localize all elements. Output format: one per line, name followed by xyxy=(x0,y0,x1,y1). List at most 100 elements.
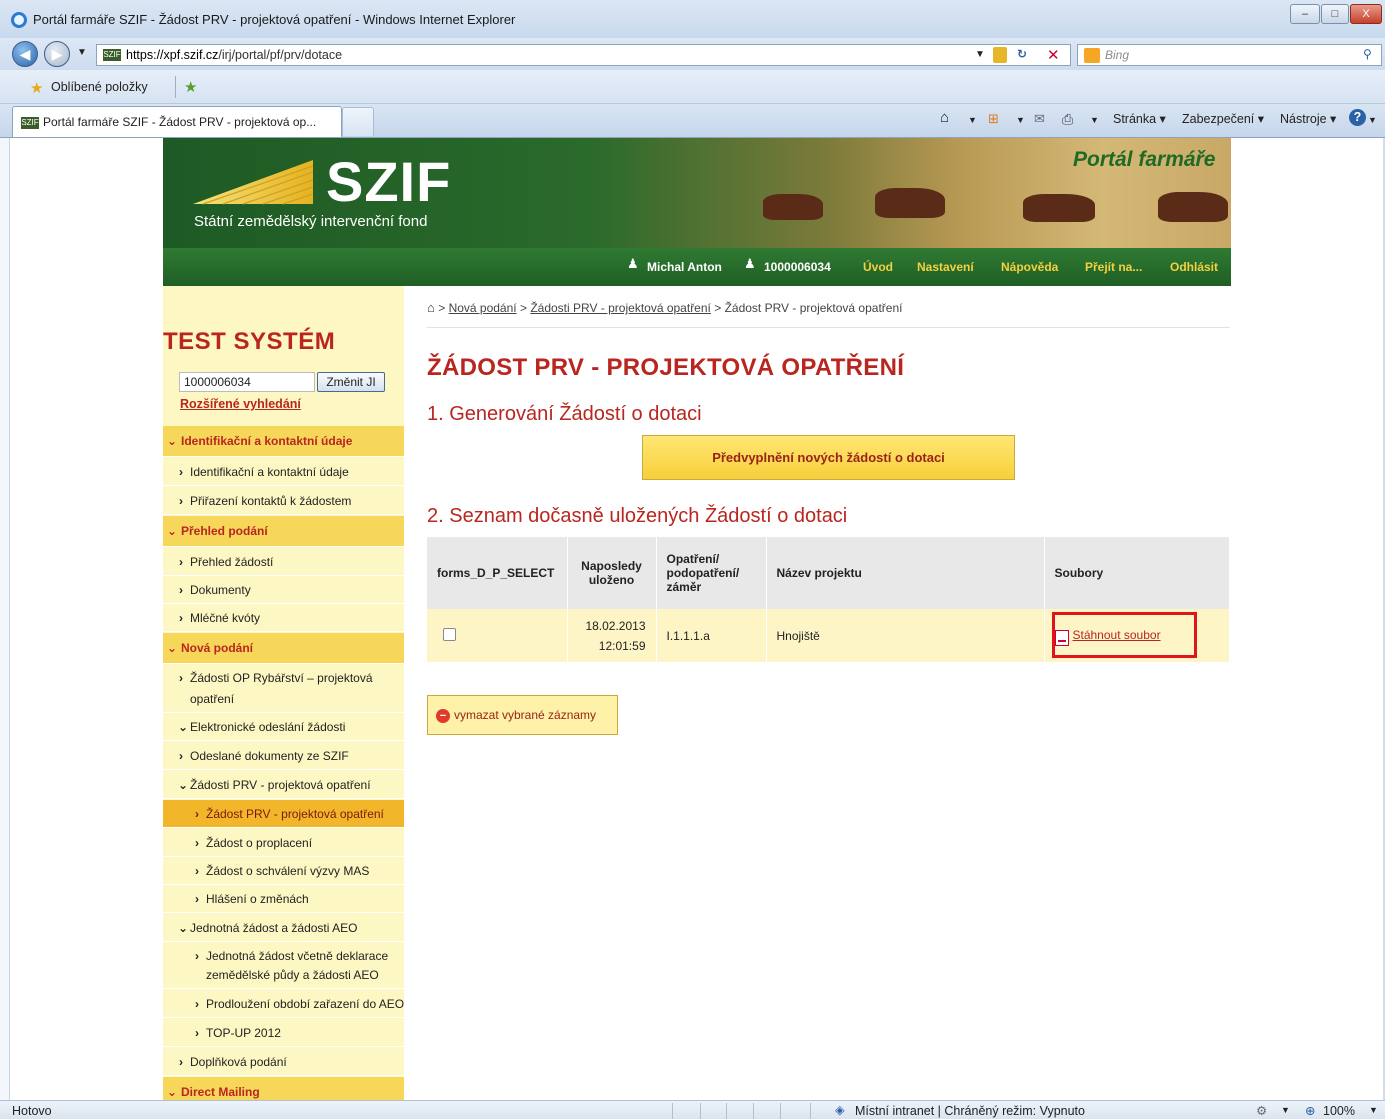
search-icon[interactable]: ⚲ xyxy=(1363,47,1372,61)
browser-tab-active[interactable]: SZIF Portál farmáře SZIF - Žádost PRV - … xyxy=(12,106,342,137)
sidebar-item-single-request[interactable]: ⌄ Jednotná žádost a žádosti AEO xyxy=(163,914,404,942)
home-dropdown-icon[interactable]: ▼ xyxy=(968,115,977,125)
maximize-button[interactable]: □ xyxy=(1321,4,1349,24)
divider xyxy=(753,1103,754,1119)
print-dropdown-icon[interactable]: ▼ xyxy=(1090,115,1099,125)
search-placeholder: Bing xyxy=(1105,48,1130,62)
address-input[interactable]: SZIF https://xpf.szif.cz/irj/portal/pf/p… xyxy=(96,44,1071,66)
zoom-icon[interactable]: ⊕ xyxy=(1305,1103,1315,1118)
nav-goto-link[interactable]: Přejít na... xyxy=(1085,260,1142,274)
print-icon[interactable]: ⎙ xyxy=(1062,111,1073,128)
address-url: https://xpf.szif.cz/irj/portal/pf/prv/do… xyxy=(126,48,342,62)
sidebar-section-label: Identifikační a kontaktní údaje xyxy=(181,434,353,448)
search-input[interactable]: Bing ⚲ xyxy=(1077,44,1382,66)
breadcrumb-separator: > xyxy=(438,301,446,315)
select-cell xyxy=(427,609,568,662)
home-icon[interactable]: ⌂ xyxy=(940,109,949,126)
mail-icon[interactable]: ✉ xyxy=(1034,111,1045,127)
chevron-down-icon: ⌄ xyxy=(167,434,178,448)
delete-selected-button[interactable]: − vymazat vybrané záznamy xyxy=(427,695,618,735)
breadcrumb-prv-requests[interactable]: Žádosti PRV - projektová opatření xyxy=(530,301,711,315)
zoom-level[interactable]: 100% xyxy=(1323,1104,1355,1118)
divider xyxy=(810,1103,811,1119)
home-icon[interactable]: ⌂ xyxy=(427,300,435,315)
address-toolbar: ◀ ▶ ▼ SZIF https://xpf.szif.cz/irj/porta… xyxy=(0,38,1385,70)
chevron-right-icon: › xyxy=(195,997,199,1011)
sidebar-item-aeo-extension[interactable]: › Prodloužení období zařazení do AEO xyxy=(163,990,404,1018)
sidebar-item-electronic-submit[interactable]: ⌄ Elektronické odeslání žádosti xyxy=(163,714,404,741)
feeds-icon[interactable]: ⊞ xyxy=(988,111,999,127)
chevron-right-icon: › xyxy=(195,807,199,821)
status-bar: Hotovo ◈ Místní intranet | Chráněný reži… xyxy=(0,1100,1385,1119)
forward-icon[interactable]: ▶ xyxy=(44,41,70,67)
window-title: Portál farmáře SZIF - Žádost PRV - proje… xyxy=(33,12,516,27)
sidebar-item-prv-requests[interactable]: ⌄ Žádosti PRV - projektová opatření xyxy=(163,771,404,799)
sidebar-section-overview[interactable]: ⌄ Přehled podání xyxy=(163,516,404,547)
client-search-input[interactable]: 1000006034 xyxy=(179,372,315,392)
sidebar-item-additional[interactable]: › Doplňková podání xyxy=(163,1048,404,1076)
nav-help-link[interactable]: Nápověda xyxy=(1001,260,1058,274)
sidebar-item-topup[interactable]: › TOP-UP 2012 xyxy=(163,1019,404,1047)
divider xyxy=(700,1103,701,1119)
advanced-search-link[interactable]: Rozšířené vyhledání xyxy=(180,397,301,411)
minimize-button[interactable]: – xyxy=(1290,4,1320,24)
zoom-dropdown-icon[interactable]: ▼ xyxy=(1369,1105,1378,1115)
change-client-button[interactable]: Změnit JI xyxy=(317,372,385,392)
back-icon[interactable]: ◀ xyxy=(12,41,38,67)
favorites-label[interactable]: Oblíbené položky xyxy=(51,80,148,94)
protected-mode-icon[interactable]: ⚙ xyxy=(1256,1103,1267,1118)
add-favorite-icon[interactable]: ★ xyxy=(184,78,197,96)
nav-settings-link[interactable]: Nastavení xyxy=(917,260,974,274)
row-select-checkbox[interactable] xyxy=(443,627,456,641)
sidebar-item-sent-documents[interactable]: › Odeslané dokumenty ze SZIF xyxy=(163,742,404,770)
client-id: 1000006034 xyxy=(764,260,831,274)
measure-cell: I.1.1.1.a xyxy=(656,609,767,662)
nav-home-link[interactable]: Úvod xyxy=(863,260,893,274)
sidebar-item-label: Žádost o proplacení xyxy=(206,836,313,850)
sidebar-item-payment-request[interactable]: › Žádost o proplacení xyxy=(163,829,404,857)
sidebar: TEST SYSTÉM 1000006034 Změnit JI Rozšíře… xyxy=(163,286,404,1100)
sidebar-section-direct-mailing[interactable]: ⌄ Direct Mailing xyxy=(163,1077,404,1100)
stop-icon[interactable]: ✕ xyxy=(1047,46,1060,64)
nav-logout-link[interactable]: Odhlásit xyxy=(1170,260,1218,274)
sidebar-section-new-submissions[interactable]: ⌄ Nová podání xyxy=(163,633,404,664)
sidebar-item-milk-quotas[interactable]: › Mléčné kvóty xyxy=(163,605,404,632)
help-icon[interactable]: ? xyxy=(1349,109,1366,126)
prefill-requests-button[interactable]: Předvyplnění nových žádostí o dotaci xyxy=(642,435,1015,480)
sidebar-item-single-request-declaration[interactable]: › Jednotná žádost včetně deklarace zeměděl… xyxy=(163,943,404,989)
history-dropdown-icon[interactable]: ▼ xyxy=(77,47,87,58)
sidebar-item-contacts[interactable]: › Přiřazení kontaktů k žádostem xyxy=(163,487,404,515)
url-path: /irj/portal/pf/prv/dotace xyxy=(218,48,343,62)
feeds-dropdown-icon[interactable]: ▼ xyxy=(1016,115,1025,125)
breadcrumb-new-submissions[interactable]: Nová podání xyxy=(449,301,517,315)
bing-icon xyxy=(1084,48,1100,63)
new-tab-button[interactable] xyxy=(342,107,374,136)
sidebar-item-change-reports[interactable]: › Hlášení o změnách xyxy=(163,886,404,913)
help-dropdown-icon[interactable]: ▼ xyxy=(1368,115,1377,125)
sidebar-item-label: Odeslané dokumenty ze SZIF xyxy=(190,749,349,763)
close-window-button[interactable]: X xyxy=(1350,4,1382,24)
sidebar-item-prv-request-selected[interactable]: › Žádost PRV - projektová opatření xyxy=(163,800,404,828)
sidebar-item-identification[interactable]: › Identifikační a kontaktní údaje xyxy=(163,458,404,486)
client-icon: ♟ xyxy=(744,256,756,271)
favorites-star-icon[interactable]: ★ xyxy=(30,79,43,97)
sidebar-item-requests-overview[interactable]: › Přehled žádostí xyxy=(163,548,404,576)
sidebar-item-label: Prodloužení období zařazení do AEO xyxy=(206,997,404,1011)
page-menu[interactable]: Stránka ▾ xyxy=(1113,111,1166,126)
sidebar-section-identification[interactable]: ⌄ Identifikační a kontaktní údaje xyxy=(163,426,404,457)
security-menu[interactable]: Zabezpečení ▾ xyxy=(1182,111,1264,126)
url-host: https://xpf.szif.cz xyxy=(126,48,219,62)
address-dropdown-icon[interactable]: ▼ xyxy=(975,49,985,60)
chevron-down-icon: ⌄ xyxy=(167,641,178,655)
lock-icon[interactable] xyxy=(993,47,1007,63)
sidebar-item-fishery[interactable]: › Žádosti OP Rybářství – projektová opatře… xyxy=(163,665,404,713)
dropdown-icon[interactable]: ▼ xyxy=(1281,1105,1290,1115)
column-header-files: Soubory xyxy=(1044,537,1230,609)
tools-menu[interactable]: Nástroje ▾ xyxy=(1280,111,1336,126)
sidebar-item-mas-approval[interactable]: › Žádost o schválení výzvy MAS xyxy=(163,858,404,885)
project-cell: Hnojiště xyxy=(766,609,1045,662)
zone-text[interactable]: Místní intranet | Chráněný režim: Vypnut… xyxy=(855,1104,1085,1118)
chevron-down-icon: ⌄ xyxy=(167,1085,178,1099)
sidebar-item-documents[interactable]: › Dokumenty xyxy=(163,577,404,604)
refresh-icon[interactable]: ↻ xyxy=(1017,47,1027,61)
